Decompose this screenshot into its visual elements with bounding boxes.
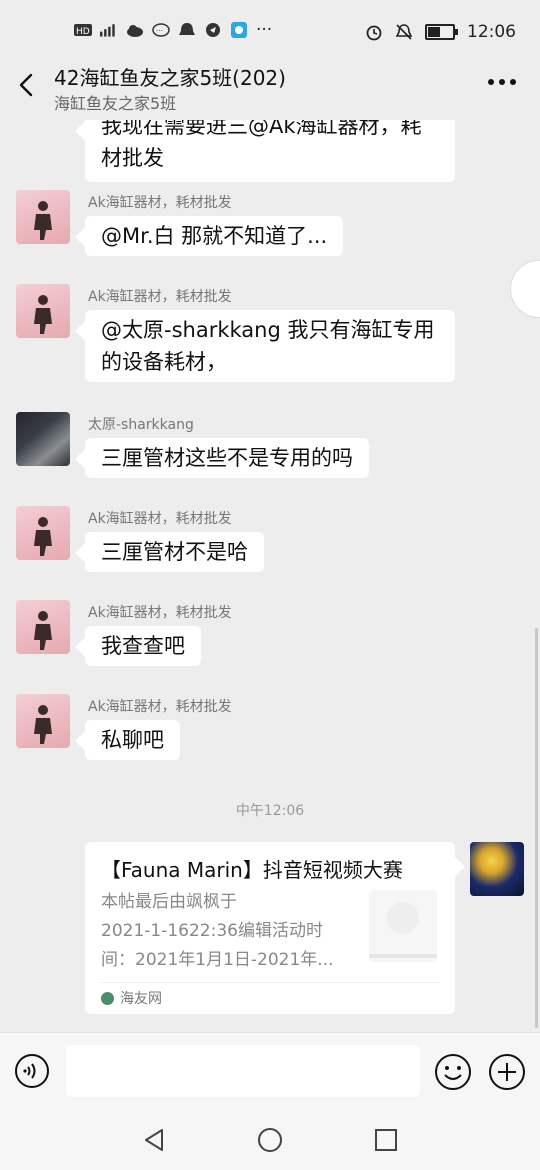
source-logo-icon: [101, 991, 114, 1005]
message-bubble[interactable]: 我查查吧: [85, 626, 201, 666]
signal-icon: [100, 24, 115, 37]
person-silhouette-icon: [34, 517, 52, 556]
status-icons: HD ··· ···: [74, 20, 272, 40]
status-right: 12:06: [365, 22, 516, 42]
message-bubble[interactable]: @Mr.白 那就不知道了...: [85, 216, 344, 256]
message-text: @Mr.白 那就不知道了...: [101, 224, 328, 248]
message-text: 三厘管材不是哈: [101, 540, 248, 564]
message-text: 我查查吧: [101, 634, 185, 658]
battery-icon: [425, 24, 458, 40]
sender-name: Ak海缸器材，耗材批发: [88, 511, 232, 527]
sender-name: Ak海缸器材，耗材批发: [88, 699, 232, 715]
status-bar: HD ··· ··· 12:06: [0, 0, 540, 58]
message-text-line: @太原-sharkkang 我只有海缸专用: [101, 318, 435, 342]
divider: [101, 982, 439, 983]
my-avatar[interactable]: [470, 842, 524, 896]
person-silhouette-icon: [34, 295, 52, 334]
sender-name: 太原-sharkkang: [88, 417, 194, 433]
link-card[interactable]: 【Fauna Marin】抖音短视频大赛 本帖最后由飒枫于 2021-1-162…: [85, 842, 455, 1014]
message-text-line: 我现在需要进三@Ak海缸器材，耗: [101, 120, 422, 138]
message-text: 三厘管材这些不是专用的吗: [101, 446, 353, 470]
message-text-line: 的设备耗材，: [101, 350, 227, 374]
chat-subtitle: 海缸鱼友之家5班: [54, 94, 177, 113]
person-silhouette-icon: [34, 611, 52, 650]
svg-text:···: ···: [156, 27, 163, 35]
sender-name: Ak海缸器材，耗材批发: [88, 195, 232, 211]
link-card-desc-line: 间：2021年1月1日-2021年...: [101, 950, 334, 970]
svg-text:HD: HD: [76, 27, 90, 37]
message-input[interactable]: [66, 1045, 420, 1097]
avatar[interactable]: [16, 412, 70, 466]
message-bubble[interactable]: @太原-sharkkang 我只有海缸专用 的设备耗材，: [85, 310, 455, 382]
avatar[interactable]: [16, 600, 70, 654]
person-silhouette-icon: [34, 201, 52, 240]
nav-home-icon[interactable]: [256, 1126, 284, 1154]
emoji-icon[interactable]: [434, 1053, 472, 1091]
nav-recents-icon[interactable]: [372, 1126, 400, 1154]
system-nav-bar: [0, 1110, 540, 1170]
timestamp: 中午12:06: [235, 803, 305, 819]
chat-bubble-icon: ···: [152, 23, 170, 37]
voice-input-icon[interactable]: [14, 1053, 50, 1089]
alarm-icon: [366, 25, 382, 41]
link-card-desc-line: 本帖最后由飒枫于: [101, 892, 237, 912]
cloud-icon: [127, 25, 143, 37]
avatar[interactable]: [16, 190, 70, 244]
link-card-thumbnail: [369, 890, 437, 962]
chat-header: 42海缸鱼友之家5班(202) 海缸鱼友之家5班: [0, 58, 540, 120]
person-silhouette-icon: [34, 705, 52, 744]
sender-name: Ak海缸器材，耗材批发: [88, 289, 232, 305]
notification-icon: [179, 23, 195, 35]
avatar[interactable]: [16, 284, 70, 338]
mute-bell-icon: [395, 24, 413, 40]
thumbnail-graphic-icon: [369, 902, 437, 958]
link-card-description: 本帖最后由飒枫于 2021-1-1622:36编辑活动时 间：2021年1月1日…: [101, 888, 341, 975]
avatar[interactable]: [16, 694, 70, 748]
status-time: 12:06: [467, 22, 516, 42]
more-functions-plus-icon[interactable]: [488, 1053, 526, 1091]
back-arrow-icon[interactable]: [12, 70, 42, 100]
link-card-title: 【Fauna Marin】抖音短视频大赛: [101, 858, 403, 882]
scrollbar[interactable]: [535, 628, 538, 1028]
shield-icon: [206, 23, 220, 37]
avatar[interactable]: [16, 506, 70, 560]
app-icon: [231, 22, 247, 38]
chat-area[interactable]: 我现在需要进三@Ak海缸器材，耗 材批发 Ak海缸器材，耗材批发 @Mr.白 那…: [0, 120, 540, 1032]
chat-title: 42海缸鱼友之家5班(202): [54, 66, 286, 90]
status-ellipsis: ···: [256, 20, 273, 40]
message-bubble[interactable]: 三厘管材这些不是专用的吗: [85, 438, 369, 478]
hd-icon: HD: [74, 24, 92, 37]
more-options-icon[interactable]: [486, 72, 518, 92]
message-bubble[interactable]: 私聊吧: [85, 720, 180, 760]
message-text: 私聊吧: [101, 728, 164, 752]
link-card-desc-line: 2021-1-1622:36编辑活动时: [101, 921, 323, 941]
link-card-source-name: 海友网: [120, 991, 162, 1007]
link-card-source: 海友网: [101, 988, 162, 1008]
message-bubble[interactable]: 我现在需要进三@Ak海缸器材，耗 材批发: [85, 120, 455, 182]
nav-back-icon[interactable]: [140, 1126, 168, 1154]
sender-name: Ak海缸器材，耗材批发: [88, 605, 232, 621]
input-bar: [0, 1032, 540, 1111]
message-text-line: 材批发: [101, 146, 164, 170]
floating-circle-button[interactable]: [510, 260, 540, 318]
message-bubble[interactable]: 三厘管材不是哈: [85, 532, 264, 572]
